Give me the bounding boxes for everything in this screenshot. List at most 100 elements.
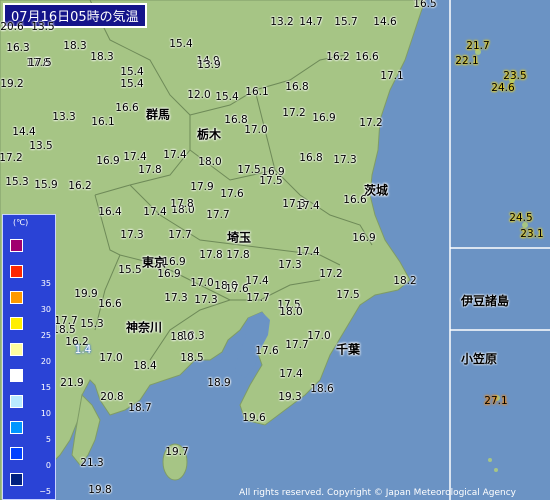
temperature-value: 16.9 [157, 268, 181, 280]
temperature-value: 15.4 [215, 91, 239, 103]
legend-swatch [10, 369, 23, 382]
temperature-value: 13.5 [29, 140, 53, 152]
temperature-value: 21.3 [80, 457, 104, 469]
temperature-value: 15.4 [120, 78, 144, 90]
temperature-value: 16.9 [352, 232, 376, 244]
place-ibaraki: 茨城 [363, 183, 389, 198]
temperature-value: 14.6 [373, 16, 397, 28]
temperature-value: 15.3 [5, 176, 29, 188]
temperature-value: 16.5 [413, 0, 437, 10]
temperature-value: 19.8 [88, 484, 112, 496]
temperature-value: 16.2 [326, 51, 350, 63]
legend-swatch [10, 343, 23, 356]
temperature-value: 17.4 [296, 200, 320, 212]
legend-swatch [10, 239, 23, 252]
legend-swatch [10, 317, 23, 330]
temperature-value: 16.4 [98, 206, 122, 218]
temperature-value: 16.9 [312, 112, 336, 124]
place-chiba: 千葉 [335, 342, 361, 357]
temperature-value: 17.6 [225, 283, 249, 295]
temperature-value: 13.2 [270, 16, 294, 28]
temperature-value: 12.0 [187, 89, 211, 101]
legend-swatch [10, 265, 23, 278]
temperature-value: 17.8 [199, 249, 223, 261]
temperature-value: 15.4 [169, 38, 193, 50]
temperature-value: 21.7 [466, 40, 490, 52]
temperature-value: 23.5 [503, 70, 527, 82]
temperature-value: 17.3 [120, 229, 144, 241]
legend-swatch [10, 421, 23, 434]
temperature-value: 16.6 [355, 51, 379, 63]
temperature-value: 17.2 [282, 107, 306, 119]
temperature-value: 17.0 [307, 330, 331, 342]
temperature-value: 17.4 [143, 206, 167, 218]
temperature-value: 18.2 [393, 275, 417, 287]
temperature-value: 20.8 [100, 391, 124, 403]
temperature-value: 18.0 [279, 306, 303, 318]
temperature-value: 22.1 [455, 55, 479, 67]
temperature-value: 17.8 [226, 249, 250, 261]
inset-izu-islands: 伊豆諸島 [461, 294, 510, 308]
temperature-value: 17.0 [190, 277, 214, 289]
place-gunma: 群馬 [145, 107, 171, 122]
temperature-value: 16.6 [115, 102, 139, 114]
temperature-value: 17.3 [278, 259, 302, 271]
temperature-value: 19.6 [242, 412, 266, 424]
legend-label: 35 [40, 279, 51, 288]
temperature-value: 16.1 [91, 116, 115, 128]
temperature-value: 17.4 [279, 368, 303, 380]
place-kanagawa: 神奈川 [125, 320, 163, 335]
temperature-value: 19.3 [278, 391, 302, 403]
temperature-value: 17.7 [206, 209, 230, 221]
temperature-value: 15.5 [118, 264, 142, 276]
temperature-value: 18.3 [63, 40, 87, 52]
temperature-value: 17.2 [0, 152, 23, 164]
temperature-value: 18.5 [180, 352, 204, 364]
temperature-value: 17.2 [359, 117, 383, 129]
temperature-value: 16.6 [98, 298, 122, 310]
temperature-value: 17.1 [380, 70, 404, 82]
temperature-value: 17.6 [255, 345, 279, 357]
temperature-value: 16.3 [6, 42, 30, 54]
legend-swatch [10, 447, 23, 460]
temperature-value: 15.3 [80, 318, 104, 330]
temperature-value: 18.6 [310, 383, 334, 395]
temperature-value: 15.9 [34, 179, 58, 191]
temperature-value: 23.1 [520, 228, 544, 240]
temperature-value: 16.2 [68, 180, 92, 192]
temperature-value: 18.0 [198, 156, 222, 168]
temperature-value: 17.4 [245, 275, 269, 287]
place-tochigi: 栃木 [196, 127, 222, 142]
legend-swatch [10, 473, 23, 486]
temperature-value: 18.0 [170, 331, 194, 343]
temperature-value: 17.4 [123, 151, 147, 163]
temperature-value: 17.5 [259, 175, 283, 187]
temperature-value: 17.5 [237, 164, 261, 176]
temperature-value: 17.4 [163, 149, 187, 161]
temperature-value: 20.6 [0, 21, 24, 33]
temperature-legend: (℃) 35 30 25 20 15 10 5 0 −5 [2, 214, 56, 500]
legend-label: 20 [40, 357, 51, 366]
temperature-value: 17.8 [170, 198, 194, 210]
legend-swatch [10, 395, 23, 408]
legend-label: 15 [40, 383, 51, 392]
map-base [0, 0, 550, 500]
temperature-value: 15.4 [120, 66, 144, 78]
temperature-value: 16.6 [343, 194, 367, 206]
copyright-text: All rights reserved. Copyright © Japan M… [239, 488, 516, 498]
temperature-value: 18.3 [90, 51, 114, 63]
temperature-value: 18.9 [207, 377, 231, 389]
legend-label: 0 [45, 461, 51, 470]
temperature-value: 17.3 [194, 294, 218, 306]
temperature-value: 14.7 [299, 16, 323, 28]
legend-label: −5 [39, 487, 51, 496]
temperature-value: 17.7 [285, 339, 309, 351]
temperature-value: 16.1 [245, 86, 269, 98]
place-saitama: 埼玉 [226, 230, 252, 245]
temperature-value: 17.5 [336, 289, 360, 301]
temperature-value: 19.2 [0, 78, 24, 90]
temperature-value: 17.2 [319, 268, 343, 280]
temperature-value: 1.4 [74, 344, 92, 356]
temperature-map: 07月16日05時の気温 群馬 栃木 茨城 埼玉 東京 神奈川 千葉 伊豆諸島 … [0, 0, 550, 500]
temperature-value: 24.6 [491, 82, 515, 94]
